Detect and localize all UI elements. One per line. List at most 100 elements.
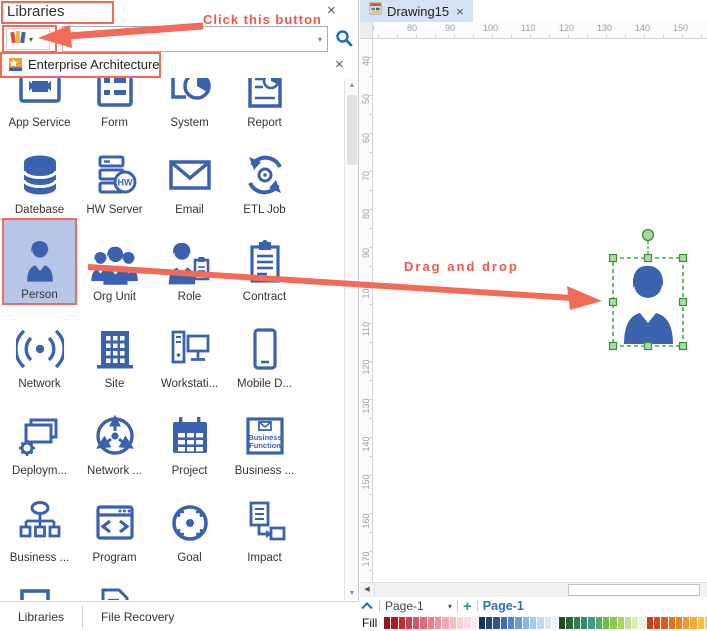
fill-swatch[interactable] xyxy=(405,617,413,629)
fill-swatch[interactable] xyxy=(398,617,405,629)
scroll-left-icon[interactable]: ◀ xyxy=(360,583,375,597)
fill-swatch[interactable] xyxy=(661,617,668,629)
fill-swatch[interactable] xyxy=(442,617,449,629)
shape-item-network[interactable]: Network xyxy=(2,305,77,392)
fill-swatch[interactable] xyxy=(449,617,456,629)
selected-person-shape[interactable] xyxy=(604,225,694,353)
fill-swatch[interactable] xyxy=(544,617,551,629)
fill-swatch[interactable] xyxy=(522,617,529,629)
tab-file-recovery[interactable]: File Recovery xyxy=(83,602,192,631)
close-panel-button[interactable]: × xyxy=(327,3,336,18)
fill-label: Fill xyxy=(362,616,378,630)
fill-swatch[interactable] xyxy=(456,617,464,629)
shape-item-report[interactable]: Report xyxy=(227,78,302,131)
shape-item-business[interactable]: Business ... xyxy=(2,479,77,566)
shape-item-project[interactable]: Project xyxy=(152,392,227,479)
shape-item-app-service[interactable]: App Service xyxy=(2,78,77,131)
chevron-down-icon[interactable]: ▾ xyxy=(448,602,452,611)
scroll-up-icon[interactable]: ▲ xyxy=(345,82,359,89)
fill-swatch[interactable] xyxy=(690,617,697,629)
fill-swatch[interactable] xyxy=(515,617,522,629)
fill-swatch[interactable] xyxy=(500,617,508,629)
fill-swatch[interactable] xyxy=(471,617,478,629)
shape-item-etl-job[interactable]: ETL Job xyxy=(227,131,302,218)
fill-swatch[interactable] xyxy=(632,617,639,629)
fill-swatch[interactable] xyxy=(508,617,515,629)
fill-swatch[interactable] xyxy=(566,617,573,629)
magnifier-icon[interactable] xyxy=(335,29,353,52)
fill-swatch[interactable] xyxy=(683,617,690,629)
chevron-up-icon[interactable] xyxy=(360,599,374,613)
shape-item-person[interactable]: Person xyxy=(2,218,77,305)
shape-item-network[interactable]: Network ... xyxy=(77,392,152,479)
impact-icon xyxy=(241,499,289,547)
tab-drawing15[interactable]: Drawing15 × xyxy=(360,0,473,22)
fill-swatch[interactable] xyxy=(464,617,471,629)
program-icon xyxy=(91,499,139,547)
fill-swatch[interactable] xyxy=(602,617,610,629)
shape-label: Org Unit xyxy=(93,291,136,303)
close-library-button[interactable]: × xyxy=(335,57,344,72)
page-select[interactable]: Page-1 xyxy=(385,599,443,613)
search-input[interactable] xyxy=(67,29,309,51)
shape-item-partial[interactable] xyxy=(77,566,152,600)
open-library-button[interactable]: ▾ xyxy=(6,28,50,50)
fill-swatch[interactable] xyxy=(595,617,602,629)
fill-swatch[interactable] xyxy=(486,617,493,629)
fill-swatch[interactable] xyxy=(478,617,486,629)
tab-libraries[interactable]: Libraries xyxy=(0,602,82,631)
fill-swatch[interactable] xyxy=(413,617,420,629)
fill-swatch[interactable] xyxy=(391,617,398,629)
page-tab-page1[interactable]: Page-1 xyxy=(483,599,524,613)
v-ruler-label: 160 xyxy=(361,513,371,529)
shape-item-deploym[interactable]: Deploym... xyxy=(2,392,77,479)
fill-swatch[interactable] xyxy=(529,617,537,629)
fill-swatch[interactable] xyxy=(493,617,500,629)
shape-item-email[interactable]: Email xyxy=(152,131,227,218)
app-service-icon xyxy=(16,78,64,112)
shape-item-datebase[interactable]: Datebase xyxy=(2,131,77,218)
close-document-icon[interactable]: × xyxy=(456,4,464,19)
shape-item-contract[interactable]: Contract xyxy=(227,218,302,305)
fill-swatch[interactable] xyxy=(639,617,646,629)
fill-swatch[interactable] xyxy=(384,617,391,629)
fill-swatch[interactable] xyxy=(427,617,435,629)
fill-swatch[interactable] xyxy=(551,617,559,629)
shape-item-system[interactable]: System xyxy=(152,78,227,131)
scrollbar-thumb[interactable] xyxy=(568,584,700,596)
horizontal-scrollbar[interactable]: ◀ xyxy=(360,582,707,597)
fill-swatch[interactable] xyxy=(624,617,632,629)
shape-item-business[interactable]: Business Function Business ... xyxy=(227,392,302,479)
shape-item-impact[interactable]: Impact xyxy=(227,479,302,566)
fill-swatch[interactable] xyxy=(617,617,624,629)
fill-swatch[interactable] xyxy=(610,617,617,629)
shape-item-workstati[interactable]: Workstati... xyxy=(152,305,227,392)
fill-swatch[interactable] xyxy=(697,617,705,629)
fill-swatch[interactable] xyxy=(559,617,566,629)
fill-swatch[interactable] xyxy=(653,617,661,629)
chevron-down-icon[interactable]: ▾ xyxy=(318,35,322,44)
shape-item-partial[interactable] xyxy=(2,566,77,600)
scrollbar-thumb[interactable] xyxy=(347,95,357,165)
shape-item-form[interactable]: Form xyxy=(77,78,152,131)
fill-swatch[interactable] xyxy=(537,617,544,629)
shape-item-org-unit[interactable]: Org Unit xyxy=(77,218,152,305)
fill-swatch[interactable] xyxy=(581,617,588,629)
fill-swatch[interactable] xyxy=(675,617,683,629)
library-scrollbar[interactable]: ▲ ▼ xyxy=(344,79,358,600)
shape-label: Role xyxy=(177,291,202,303)
scroll-down-icon[interactable]: ▼ xyxy=(345,590,359,597)
fill-swatch[interactable] xyxy=(420,617,427,629)
shape-item-site[interactable]: Site xyxy=(77,305,152,392)
shape-item-goal[interactable]: Goal xyxy=(152,479,227,566)
fill-swatch[interactable] xyxy=(588,617,595,629)
fill-swatch[interactable] xyxy=(668,617,675,629)
fill-swatch[interactable] xyxy=(573,617,581,629)
add-page-button[interactable]: + xyxy=(463,599,472,614)
shape-item-mobile-d[interactable]: Mobile D... xyxy=(227,305,302,392)
fill-swatch[interactable] xyxy=(435,617,442,629)
shape-item-program[interactable]: Program xyxy=(77,479,152,566)
shape-item-hw-server[interactable]: HW HW Server xyxy=(77,131,152,218)
fill-swatch[interactable] xyxy=(646,617,653,629)
shape-item-role[interactable]: Role xyxy=(152,218,227,305)
